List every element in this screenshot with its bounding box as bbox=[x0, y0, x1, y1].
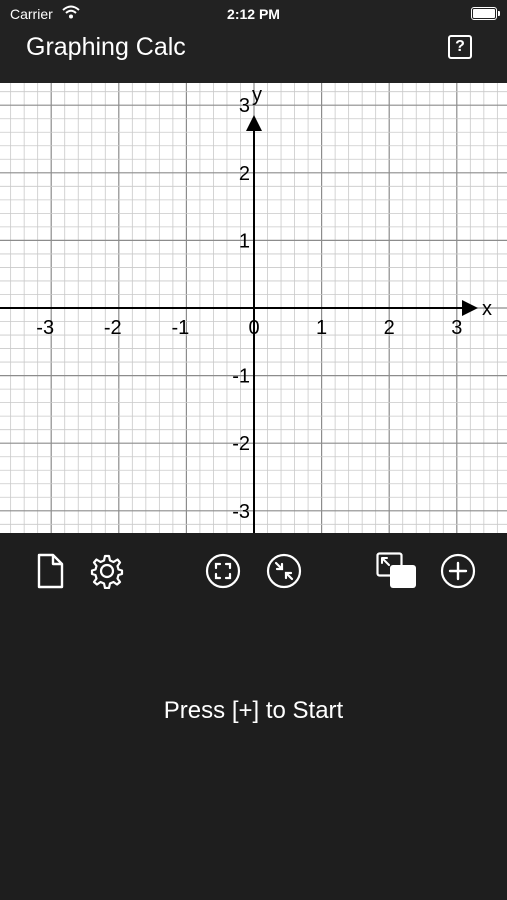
status-time: 2:12 PM bbox=[227, 6, 280, 22]
y-axis-label: y bbox=[252, 84, 262, 106]
shrink-icon bbox=[266, 553, 302, 594]
settings-button[interactable] bbox=[89, 553, 125, 593]
x-tick-label: 2 bbox=[384, 317, 395, 339]
fit-to-screen-button[interactable] bbox=[205, 553, 241, 593]
x-tick-label: -1 bbox=[172, 317, 190, 339]
overlay-button[interactable] bbox=[376, 551, 418, 595]
y-tick-label: 1 bbox=[239, 230, 250, 252]
help-button[interactable]: ? bbox=[448, 35, 472, 59]
gear-icon bbox=[89, 553, 125, 594]
y-tick-label: 3 bbox=[239, 95, 250, 117]
add-icon bbox=[440, 553, 476, 594]
x-tick-label: -2 bbox=[104, 317, 122, 339]
y-tick-label: -2 bbox=[232, 433, 250, 455]
x-tick-label: 1 bbox=[316, 317, 327, 339]
graph-toolbar bbox=[0, 533, 507, 613]
y-tick-label: 2 bbox=[239, 163, 250, 185]
overlap-windows-icon bbox=[376, 551, 418, 595]
zoom-reset-button[interactable] bbox=[266, 553, 302, 593]
y-tick-label: -1 bbox=[232, 366, 250, 388]
battery-icon bbox=[471, 7, 500, 20]
graph-plot[interactable]: x y -3 -2 -1 0 1 2 3 3 2 1 -1 -2 -3 bbox=[0, 83, 507, 533]
page-title: Graphing Calc bbox=[26, 33, 186, 61]
x-tick-label: 0 bbox=[248, 317, 259, 339]
add-function-button[interactable] bbox=[440, 553, 476, 593]
status-bar: Carrier 2:12 PM bbox=[0, 0, 507, 28]
y-tick-label: -3 bbox=[232, 501, 250, 523]
graph-canvas[interactable]: x y -3 -2 -1 0 1 2 3 3 2 1 -1 -2 -3 bbox=[0, 83, 507, 533]
start-prompt: Press [+] to Start bbox=[163, 697, 344, 724]
x-tick-label: 3 bbox=[451, 317, 462, 339]
new-document-button[interactable] bbox=[32, 553, 68, 593]
fit-screen-icon bbox=[205, 553, 241, 594]
document-icon bbox=[35, 553, 65, 594]
x-axis-label: x bbox=[482, 298, 492, 320]
x-tick-label: -3 bbox=[36, 317, 54, 339]
function-list-panel: Press [+] to Start bbox=[0, 613, 507, 900]
nav-bar: Graphing Calc ? bbox=[0, 28, 507, 83]
